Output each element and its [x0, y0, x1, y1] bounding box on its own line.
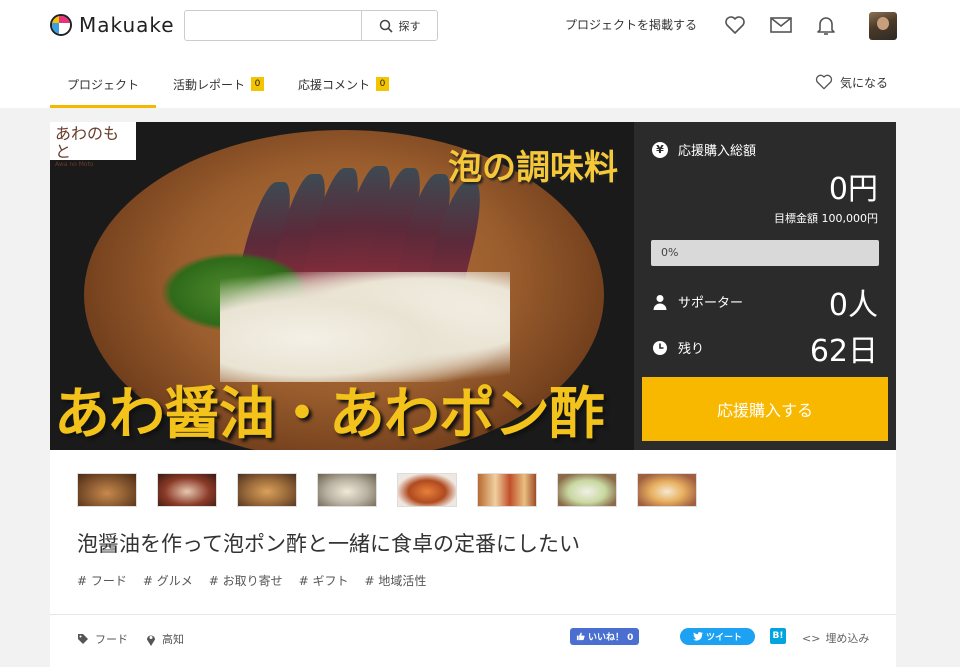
project-tabs: プロジェクト 活動レポート 0 応援コメント 0 [50, 60, 406, 108]
hero-caption-top: 泡の調味料 [448, 148, 618, 188]
yen-icon: ¥ [652, 141, 668, 158]
remaining-label-row: 残り [652, 338, 704, 357]
funding-stats-panel: ¥ 応援購入総額 0円 目標金額 100,000円 0% サポーター 0人 残り… [634, 122, 896, 450]
makuake-logo[interactable]: Makuake [50, 12, 175, 38]
project-meta: フード 高知 [77, 631, 184, 647]
total-amount-value: 0円 [828, 172, 878, 207]
tag-gift[interactable]: # ギフト [299, 572, 349, 589]
thumbnail-2[interactable] [157, 473, 217, 507]
tag-gourmet[interactable]: # グルメ [143, 572, 193, 589]
divider [50, 614, 896, 615]
embed-button[interactable]: <> 埋め込み [802, 630, 869, 646]
image-thumbnails [77, 473, 697, 507]
person-icon [653, 294, 667, 310]
search-button-label: 探す [398, 19, 421, 33]
thumbnail-5[interactable] [397, 473, 457, 507]
tweet-button[interactable]: ツイート [680, 628, 755, 645]
search-button[interactable]: 探す [361, 11, 437, 40]
project-tags: # フード # グルメ # お取り寄せ # ギフト # 地域活性 [77, 572, 426, 589]
search-box: 探す [184, 10, 438, 41]
like-label: いいね！ 0 [588, 633, 634, 643]
thumbnail-4[interactable] [317, 473, 377, 507]
total-amount-label-row: ¥ 応援購入総額 [652, 140, 756, 159]
tab-support-comments-label: 応援コメント [298, 77, 371, 92]
favorite-label: 気になる [840, 75, 889, 90]
facebook-like-button[interactable]: いいね！ 0 [570, 628, 640, 645]
code-icon: <> [802, 631, 821, 645]
location-label: 高知 [162, 633, 184, 646]
support-purchase-button[interactable]: 応援購入する [642, 377, 888, 441]
tag-food[interactable]: # フード [77, 572, 127, 589]
thumbnail-8[interactable] [637, 473, 697, 507]
project-main-image[interactable]: あわのもと Awa no Moto 泡の調味料 あわ醤油・あわポン酢 [50, 122, 634, 450]
search-icon [379, 19, 393, 33]
heart-outline-icon [815, 74, 833, 90]
activity-report-count-badge: 0 [251, 77, 265, 91]
progress-bar: 0% [651, 240, 879, 266]
location-link[interactable]: 高知 [146, 631, 184, 647]
tab-activity-report[interactable]: 活動レポート 0 [156, 60, 281, 108]
category-label: フード [95, 633, 128, 646]
mail-icon[interactable] [769, 13, 793, 37]
remaining-days-value: 62日 [809, 334, 878, 369]
project-info-card: 泡醤油を作って泡ポン酢と一緒に食卓の定番にしたい # フード # グルメ # お… [50, 450, 896, 667]
thumbnail-7[interactable] [557, 473, 617, 507]
support-comments-count-badge: 0 [376, 77, 390, 91]
location-pin-icon [147, 635, 155, 646]
tweet-label: ツイート [705, 633, 742, 643]
supporters-label-row: サポーター [652, 292, 743, 311]
tag-otoriyose[interactable]: # お取り寄せ [209, 572, 283, 589]
embed-label: 埋め込み [825, 632, 870, 645]
tag-regional[interactable]: # 地域活性 [365, 572, 427, 589]
thumbnail-6[interactable] [477, 473, 537, 507]
logo-text: Makuake [79, 13, 175, 37]
favorite-button[interactable]: 気になる [814, 72, 888, 92]
search-input[interactable] [185, 11, 361, 40]
tab-project[interactable]: プロジェクト [50, 60, 157, 108]
thumbnail-1[interactable] [77, 473, 137, 507]
twitter-bird-icon [692, 632, 703, 641]
tag-icon [78, 634, 88, 644]
tab-support-comments[interactable]: 応援コメント 0 [281, 60, 406, 108]
remaining-label: 残り [678, 342, 705, 357]
hatena-bookmark-button[interactable]: B! [770, 628, 786, 644]
clock-icon [653, 340, 667, 355]
site-header: Makuake 探す プロジェクトを掲載する プロジェクト 活動レポート 0 応… [0, 0, 960, 108]
post-project-link[interactable]: プロジェクトを掲載する [565, 16, 697, 33]
thumbs-up-icon [576, 632, 585, 641]
tab-project-label: プロジェクト [67, 77, 140, 92]
goal-amount: 目標金額 100,000円 [774, 212, 878, 225]
bell-icon[interactable] [814, 13, 838, 37]
supporters-label: サポーター [678, 296, 744, 311]
tab-activity-report-label: 活動レポート [173, 77, 246, 92]
thumbnail-3[interactable] [237, 473, 297, 507]
heart-icon[interactable] [723, 13, 747, 37]
user-avatar[interactable] [869, 12, 897, 40]
makuake-logo-mark [50, 14, 72, 36]
hero-caption-bottom: あわ醤油・あわポン酢 [54, 382, 605, 447]
awanomoto-logo: あわのもと Awa no Moto [50, 122, 136, 168]
supporters-value: 0人 [828, 288, 878, 323]
foam-sauce [220, 272, 510, 382]
progress-percent: 0% [661, 246, 679, 259]
category-link[interactable]: フード [77, 631, 128, 647]
total-amount-label: 応援購入総額 [678, 144, 757, 159]
project-title: 泡醤油を作って泡ポン酢と一緒に食卓の定番にしたい [77, 532, 580, 556]
